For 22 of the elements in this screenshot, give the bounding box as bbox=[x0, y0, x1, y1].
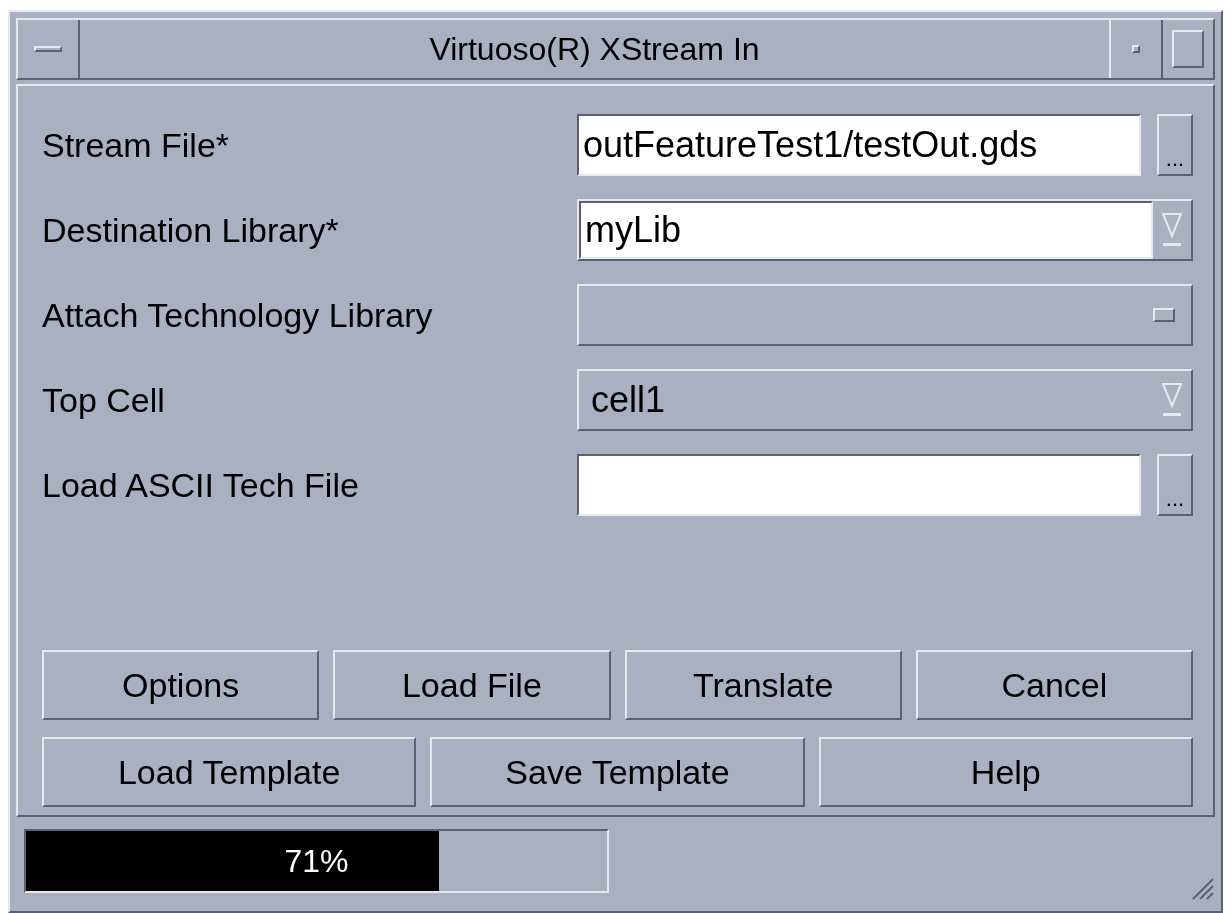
dialog-button[interactable]: Cancel bbox=[915, 650, 1193, 720]
field-label: Attach Technology Library bbox=[42, 294, 434, 336]
dialog-button[interactable]: Load Template bbox=[42, 737, 417, 807]
text-field[interactable] bbox=[577, 454, 1141, 516]
option-menu[interactable] bbox=[577, 284, 1193, 346]
dialog-button[interactable]: Options bbox=[42, 650, 320, 720]
field-label: Load ASCII Tech File bbox=[42, 464, 360, 506]
dialog-button[interactable]: Load File bbox=[333, 650, 611, 720]
field-label: Destination Library* bbox=[42, 209, 340, 251]
progress-reading: 71% bbox=[283, 842, 350, 881]
text-field[interactable]: outFeatureTest1/testOut.gds bbox=[577, 114, 1141, 176]
dialog-button[interactable]: Translate bbox=[624, 650, 902, 720]
combo-box[interactable]: myLib bbox=[577, 199, 1193, 261]
combo-box[interactable]: cell1 bbox=[577, 369, 1193, 431]
field-label: Top Cell bbox=[42, 379, 166, 421]
dialog-button[interactable]: Save Template bbox=[430, 737, 805, 807]
dialog-button[interactable]: Help bbox=[818, 737, 1193, 807]
browse-button[interactable]: ... bbox=[1157, 454, 1193, 516]
field-label: Stream File* bbox=[42, 124, 231, 166]
window-title: Virtuoso(R) XStream In bbox=[428, 30, 761, 69]
browse-button[interactable]: ... bbox=[1157, 114, 1193, 176]
menu-indicator-icon bbox=[1153, 308, 1175, 322]
